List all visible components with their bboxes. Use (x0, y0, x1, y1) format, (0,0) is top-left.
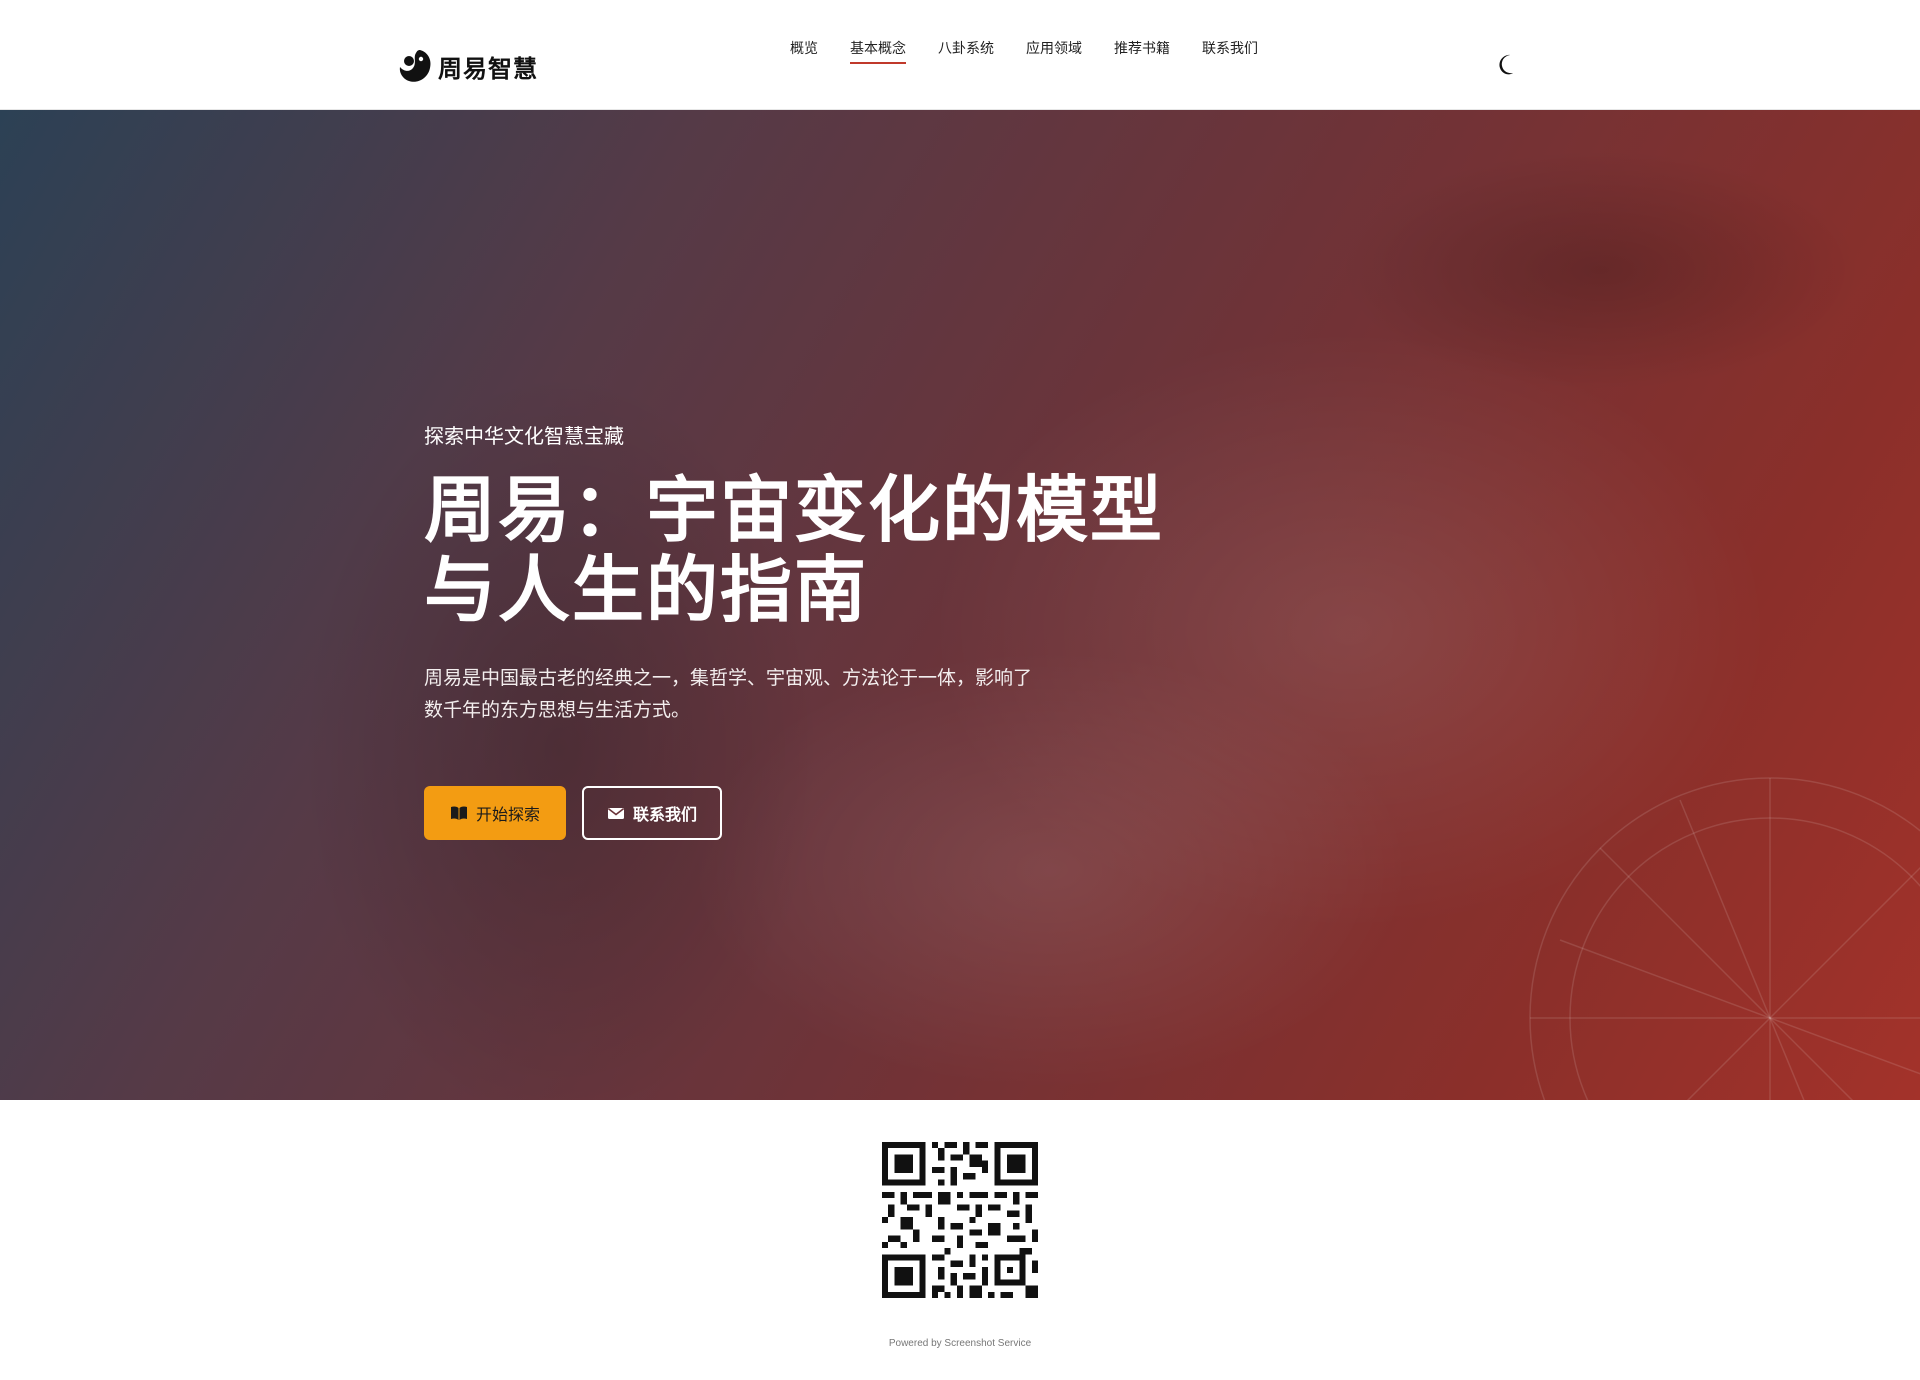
nav-item-applications[interactable]: 应用领域 (1026, 38, 1082, 64)
nav-item-bagua[interactable]: 八卦系统 (938, 38, 994, 64)
hero-title-line1: 周易：宇宙变化的模型 (424, 467, 1165, 552)
qr-code-icon (882, 1142, 1038, 1298)
hero-eyebrow: 探索中华文化智慧宝藏 (424, 424, 624, 448)
nav-item-basic-concepts[interactable]: 基本概念 (850, 38, 906, 64)
nav-item-books[interactable]: 推荐书籍 (1114, 38, 1170, 64)
hero-section: 探索中华文化智慧宝藏 周易：宇宙变化的模型 与人生的指南 周易是中国最古老的经典… (0, 110, 1920, 1100)
hero-description: 周易是中国最古老的经典之一，集哲学、宇宙观、方法论于一体，影响了数千年的东方思想… (424, 667, 1033, 721)
hero-content: 探索中华文化智慧宝藏 周易：宇宙变化的模型 与人生的指南 周易是中国最古老的经典… (424, 422, 1184, 726)
site-header: 周易智慧 概览 基本概念 八卦系统 应用领域 推荐书籍 联系我们 (0, 0, 1920, 110)
contact-us-button[interactable]: 联系我们 (582, 786, 722, 840)
book-icon (450, 806, 467, 820)
hero-title-line2: 与人生的指南 (424, 547, 869, 632)
start-explore-button[interactable]: 开始探索 (424, 786, 566, 840)
brand[interactable]: 周易智慧 (398, 46, 538, 86)
hero-actions: 开始探索 联系我们 (424, 786, 722, 840)
start-explore-label: 开始探索 (475, 805, 540, 824)
main-nav: 概览 基本概念 八卦系统 应用领域 推荐书籍 联系我们 (774, 38, 1274, 68)
brand-name: 周易智慧 (438, 53, 538, 83)
contact-us-label: 联系我们 (632, 805, 697, 824)
nav-item-overview[interactable]: 概览 (790, 38, 818, 64)
moon-icon[interactable] (1496, 52, 1518, 76)
envelope-icon (607, 808, 624, 819)
yin-yang-swirl-icon (399, 50, 431, 82)
powered-by-text: Powered by Screenshot Service (888, 1338, 1032, 1349)
nav-item-contact[interactable]: 联系我们 (1202, 38, 1258, 64)
hero-title: 周易：宇宙变化的模型 与人生的指南 (424, 470, 1184, 630)
